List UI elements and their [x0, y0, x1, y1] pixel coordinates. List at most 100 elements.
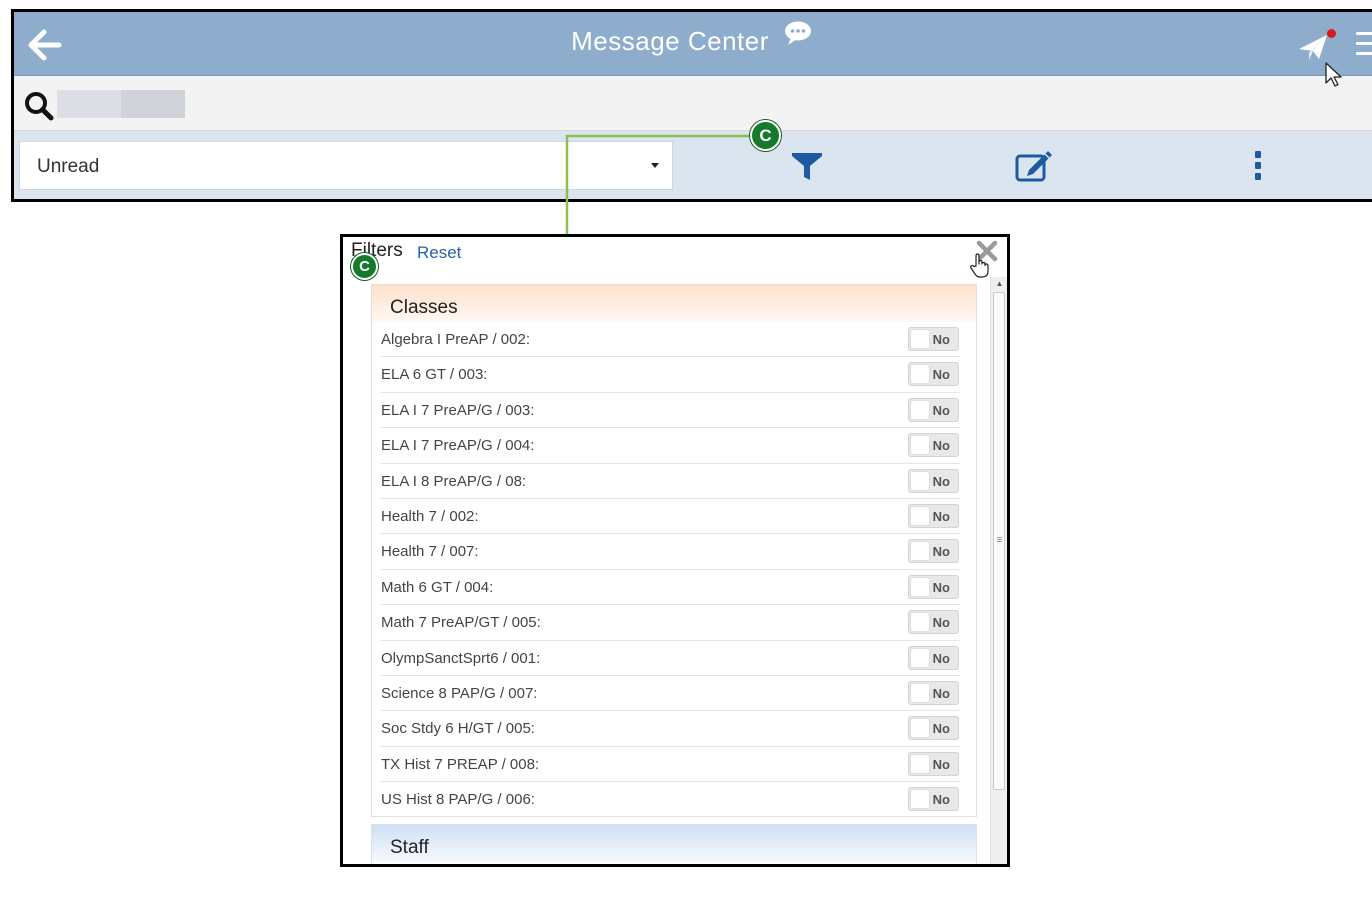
- status-filter-select[interactable]: Unread: [19, 141, 673, 190]
- class-filter-label: Health 7 / 007:: [381, 543, 479, 561]
- class-filter-toggle[interactable]: No: [908, 539, 959, 564]
- notification-dot: [1327, 29, 1336, 38]
- toggle-knob: [911, 365, 929, 384]
- class-filter-label: OlympSanctSprt6 / 001:: [381, 649, 541, 667]
- hamburger-menu-icon[interactable]: [1356, 32, 1372, 60]
- class-filter-label: Math 7 PreAP/GT / 005:: [381, 614, 541, 632]
- class-filter-row: Health 7 / 002: No: [380, 499, 960, 535]
- class-filter-row: US Hist 8 PAP/G / 006: No: [380, 782, 960, 816]
- class-filter-label: Algebra I PreAP / 002:: [381, 331, 530, 348]
- class-filter-toggle[interactable]: No: [908, 327, 959, 351]
- toggle-state-text: No: [932, 615, 950, 631]
- class-filter-toggle[interactable]: No: [908, 433, 959, 458]
- toggle-knob: [911, 542, 929, 561]
- class-filter-label: Math 6 GT / 004:: [381, 578, 494, 596]
- filters-panel: Filters Reset Classes Algebra I PreAP / …: [340, 234, 1010, 867]
- class-filter-toggle[interactable]: No: [908, 645, 959, 670]
- staff-section: Staff: [371, 824, 977, 864]
- page-title: Message Center: [14, 21, 1372, 57]
- toggle-state-text: No: [932, 332, 950, 347]
- class-filter-row: Science 8 PAP/G / 007: No: [380, 676, 960, 712]
- toggle-state-text: No: [932, 473, 950, 489]
- class-filter-row: Math 6 GT / 004: No: [380, 570, 960, 606]
- toggle-knob: [911, 790, 929, 809]
- chat-bubble-icon: [784, 21, 811, 45]
- caret-down-icon: [651, 163, 659, 168]
- class-filter-label: ELA I 7 PreAP/G / 003:: [381, 401, 535, 419]
- scrollbar[interactable]: ▲: [990, 277, 1007, 864]
- callout-badge-toolbar: C: [750, 120, 781, 151]
- message-center-panel: Message Center i Unread: [11, 9, 1372, 202]
- toggle-knob: [911, 506, 929, 525]
- toggle-knob: [911, 613, 929, 632]
- callout-badge-filters: C: [351, 253, 378, 280]
- toggle-state-text: No: [932, 792, 950, 808]
- toggle-state-text: No: [932, 508, 950, 524]
- toggle-state-text: No: [932, 438, 950, 454]
- staff-section-header[interactable]: Staff: [372, 825, 976, 862]
- class-filter-row: Health 7 / 007: No: [380, 534, 960, 570]
- class-filter-row: Algebra I PreAP / 002: No: [380, 322, 960, 358]
- class-filter-row: ELA I 7 PreAP/G / 003: No: [380, 393, 960, 429]
- toggle-knob: [911, 683, 929, 702]
- class-list: Algebra I PreAP / 002: No ELA 6 GT / 003: N…: [372, 322, 976, 816]
- search-input[interactable]: [57, 90, 185, 118]
- class-filter-toggle[interactable]: No: [908, 574, 959, 599]
- mouse-pointer-icon: [1325, 62, 1342, 87]
- classes-section: Classes Algebra I PreAP / 002: No ELA 6 GT…: [371, 284, 977, 818]
- toggle-knob: [911, 400, 929, 419]
- toggle-state-text: No: [932, 721, 950, 737]
- class-filter-toggle[interactable]: No: [908, 751, 959, 776]
- filters-scroll-area[interactable]: Classes Algebra I PreAP / 002: No ELA 6 GT…: [343, 281, 991, 864]
- toggle-state-text: No: [932, 650, 950, 666]
- toggle-knob: [911, 648, 929, 667]
- class-filter-label: Science 8 PAP/G / 007:: [381, 684, 538, 702]
- toggle-knob: [911, 330, 929, 348]
- toggle-state-text: No: [932, 579, 950, 595]
- kebab-menu-icon[interactable]: [1252, 151, 1264, 183]
- page-title-text: Message Center: [571, 26, 769, 56]
- toggle-state-text: No: [932, 544, 950, 560]
- class-filter-label: ELA 6 GT / 003:: [381, 366, 488, 384]
- classes-section-header: Classes: [372, 285, 976, 322]
- class-filter-label: Soc Stdy 6 H/GT / 005:: [381, 720, 535, 738]
- toggle-state-text: No: [932, 756, 950, 772]
- scrollbar-thumb[interactable]: [993, 292, 1005, 790]
- hand-pointer-icon: [970, 253, 989, 278]
- class-filter-label: TX Hist 7 PREAP / 008:: [381, 755, 540, 773]
- class-filter-toggle[interactable]: No: [908, 362, 959, 387]
- class-filter-label: Health 7 / 002:: [381, 507, 479, 525]
- funnel-icon[interactable]: [790, 150, 824, 182]
- toggle-knob: [911, 577, 929, 596]
- class-filter-label: ELA I 7 PreAP/G / 004:: [381, 437, 535, 455]
- scroll-up-arrow-icon[interactable]: ▲: [991, 277, 1007, 291]
- class-filter-toggle[interactable]: No: [908, 610, 959, 635]
- title-bar: Message Center: [14, 12, 1372, 76]
- class-filter-row: ELA 6 GT / 003: No: [380, 357, 960, 393]
- class-filter-row: TX Hist 7 PREAP / 008: No: [380, 747, 960, 783]
- class-filter-toggle[interactable]: No: [908, 716, 959, 741]
- status-filter-value: Unread: [37, 156, 100, 177]
- reset-link[interactable]: Reset: [417, 243, 461, 263]
- class-filter-toggle[interactable]: No: [908, 468, 959, 493]
- class-filter-row: Math 7 PreAP/GT / 005: No: [380, 605, 960, 641]
- toggle-state-text: No: [932, 402, 950, 418]
- toolbar: Unread: [14, 131, 1372, 199]
- class-filter-toggle[interactable]: No: [908, 680, 959, 705]
- toggle-knob: [911, 754, 929, 773]
- class-filter-row: Soc Stdy 6 H/GT / 005: No: [380, 711, 960, 747]
- class-filter-row: OlympSanctSprt6 / 001: No: [380, 641, 960, 676]
- class-filter-toggle[interactable]: No: [908, 787, 959, 812]
- toggle-knob: [911, 471, 929, 490]
- toggle-state-text: No: [932, 367, 950, 383]
- class-filter-row: ELA I 7 PreAP/G / 004: No: [380, 428, 960, 464]
- search-icon: [25, 92, 54, 121]
- toggle-state-text: No: [932, 685, 950, 701]
- toggle-knob: [911, 436, 929, 455]
- compose-icon[interactable]: [1014, 149, 1054, 183]
- class-filter-toggle[interactable]: No: [908, 503, 959, 528]
- class-filter-toggle[interactable]: No: [908, 397, 959, 422]
- class-filter-label: US Hist 8 PAP/G / 006:: [381, 791, 535, 809]
- toggle-knob: [911, 719, 929, 738]
- paper-plane-icon[interactable]: [1297, 32, 1331, 62]
